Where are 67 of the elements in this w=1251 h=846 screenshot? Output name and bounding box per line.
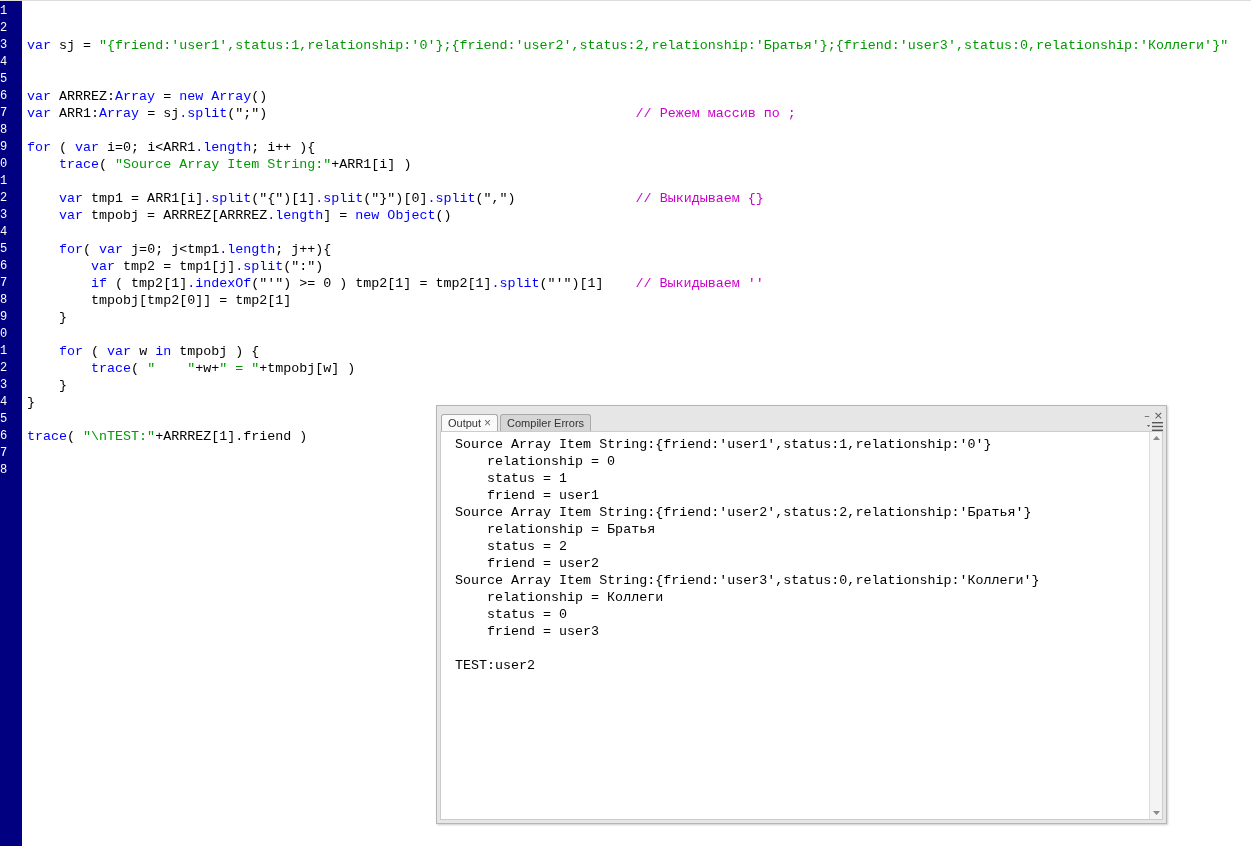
- line-number: 0: [0, 156, 9, 173]
- output-line: TEST:user2: [455, 657, 536, 674]
- line-number: 8: [0, 292, 9, 309]
- line-number: 6: [0, 88, 9, 105]
- code-line: var ARR1:Array = sj.split(";") // Режем массив по ;: [27, 105, 796, 122]
- line-number: 4: [0, 394, 9, 411]
- output-line: friend = user1: [486, 487, 600, 504]
- code-line: for ( var i=0; i<ARR1.length; i++ ){: [27, 139, 316, 156]
- line-number: 1: [0, 3, 9, 20]
- line-number: 1: [0, 173, 9, 190]
- code-line: trace( "Source Array Item String:"+ARR1[i] ): [58, 156, 412, 173]
- code-line: for( var j=0; j<tmp1.length; j++){: [58, 241, 332, 258]
- line-number: 9: [0, 309, 9, 326]
- line-number: 2: [0, 20, 9, 37]
- code-line: trace( " "+w+" = "+tmpobj[w] ): [90, 360, 356, 377]
- minimize-button[interactable]: –: [1144, 410, 1150, 421]
- line-number: 8: [0, 462, 9, 479]
- code-line: }: [58, 309, 68, 326]
- line-number: 4: [0, 54, 9, 71]
- scrollbar[interactable]: [1149, 432, 1162, 819]
- output-line: relationship = Братья: [486, 521, 656, 538]
- line-number: 3: [0, 37, 9, 54]
- output-line: status = 2: [486, 538, 568, 555]
- line-number: 8: [0, 122, 9, 139]
- line-number: 5: [0, 71, 9, 88]
- close-button[interactable]: ×: [1153, 410, 1163, 421]
- line-number: 7: [0, 445, 9, 462]
- code-line: if ( tmp2[1].indexOf("'") >= 0 ) tmp2[1] = tmp2[1].split("'")[1] // Выкидываем '': [90, 275, 764, 292]
- scroll-up-icon[interactable]: [1152, 436, 1160, 440]
- code-line: var tmp1 = ARR1[i].split("{")[1].split("}")[0].split(",") // Выкидываем {}: [58, 190, 764, 207]
- code-line: var ARRREZ:Array = new Array(): [27, 88, 268, 105]
- line-number: 9: [0, 139, 9, 156]
- output-line: Source Array Item String:{friend:'user3',status:0,relationship:'Коллеги'}: [455, 572, 1040, 589]
- output-line: status = 1: [486, 470, 568, 487]
- line-number: 3: [0, 207, 9, 224]
- scroll-down-icon[interactable]: [1152, 811, 1160, 815]
- output-line: friend = user2: [486, 555, 600, 572]
- line-number: 4: [0, 224, 9, 241]
- output-line: Source Array Item String:{friend:'user1',status:1,relationship:'0'}: [455, 436, 992, 453]
- output-line: relationship = 0: [486, 453, 616, 470]
- line-number: 1: [0, 343, 9, 360]
- line-number: 5: [0, 411, 9, 428]
- line-number: 5: [0, 241, 9, 258]
- code-line: var tmp2 = tmp1[j].split(":"): [90, 258, 324, 275]
- output-line: friend = user3: [486, 623, 600, 640]
- line-number: 7: [0, 275, 9, 292]
- output-line: relationship = Коллеги: [486, 589, 664, 606]
- line-number: 6: [0, 258, 9, 275]
- output-line: status = 0: [486, 606, 568, 623]
- code-line: var sj = "{friend:'user1',status:1,relationship:'0'};{friend:'user2',status:2,relationship:'Братья'};{friend:'user3',status:0,relationship:'Коллеги'}": [27, 37, 1229, 54]
- code-line: }: [27, 394, 35, 411]
- code-line: }: [58, 377, 68, 394]
- line-number: 3: [0, 377, 9, 394]
- output-line: Source Array Item String:{friend:'user2',status:2,relationship:'Братья'}: [455, 504, 1032, 521]
- line-number: 6: [0, 428, 9, 445]
- panel-tab[interactable]: Output ×: [441, 414, 499, 431]
- close-icon[interactable]: ×: [484, 417, 492, 429]
- panel-menu-icon[interactable]: [1147, 422, 1163, 431]
- code-line: tmpobj[tmp2[0]] = tmp2[1]: [90, 292, 292, 309]
- code-line: var tmpobj = ARRREZ[ARRREZ.length] = new Object(): [58, 207, 452, 224]
- code-line: trace( "\nTEST:"+ARRREZ[1].friend ): [27, 428, 308, 445]
- line-number: 0: [0, 326, 9, 343]
- code-line: for ( var w in tmpobj ) {: [58, 343, 260, 360]
- panel-tab[interactable]: Compiler Errors: [500, 414, 592, 431]
- line-number: 2: [0, 190, 9, 207]
- line-number: 7: [0, 105, 9, 122]
- line-number: 2: [0, 360, 9, 377]
